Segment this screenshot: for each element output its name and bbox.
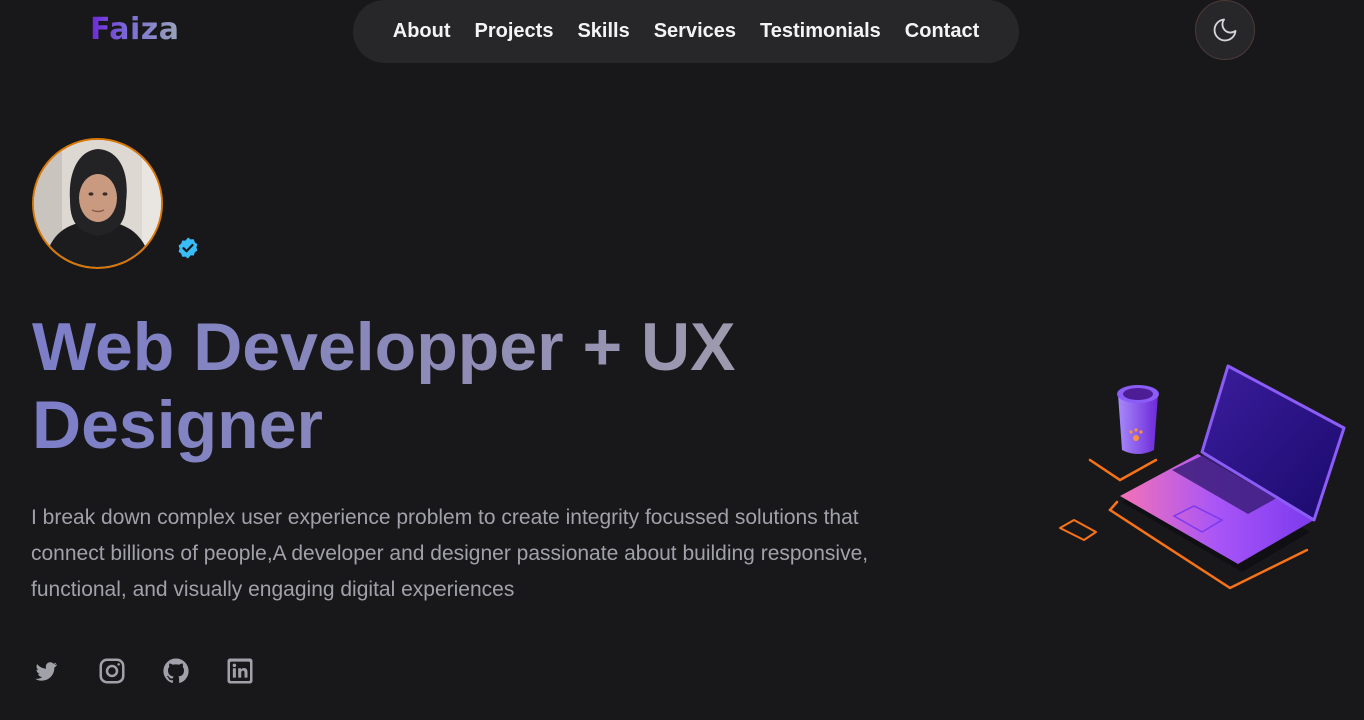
page: Faiza About Projects Skills Services Tes… <box>0 0 1364 720</box>
nav-contact[interactable]: Contact <box>905 20 979 43</box>
instagram-link[interactable] <box>97 656 125 686</box>
github-link[interactable] <box>161 656 189 686</box>
social-links <box>33 656 253 686</box>
moon-icon <box>1213 18 1237 42</box>
hero-bio: I break down complex user experience pro… <box>31 506 869 601</box>
verified-badge-icon <box>178 237 198 259</box>
profile-avatar-group <box>32 138 202 273</box>
instagram-icon <box>99 658 125 684</box>
hero-headline: Web Developper + UX Designer <box>32 308 792 464</box>
nav-projects[interactable]: Projects <box>475 20 554 43</box>
nav-skills[interactable]: Skills <box>577 20 629 43</box>
profile-photo <box>34 140 161 267</box>
nav-services[interactable]: Services <box>654 20 736 43</box>
linkedin-icon <box>227 658 253 684</box>
logo[interactable]: Faiza <box>90 12 179 47</box>
nav-testimonials[interactable]: Testimonials <box>760 20 881 43</box>
linkedin-link[interactable] <box>225 656 253 686</box>
laptop-and-cup-illustration <box>1059 364 1346 590</box>
main-nav: About Projects Skills Services Testimoni… <box>353 0 1019 63</box>
nav-about[interactable]: About <box>393 20 451 43</box>
twitter-link[interactable] <box>33 656 61 686</box>
avatar <box>32 138 163 269</box>
twitter-icon <box>35 662 57 681</box>
theme-toggle-button[interactable] <box>1195 0 1255 60</box>
github-icon <box>163 658 189 683</box>
